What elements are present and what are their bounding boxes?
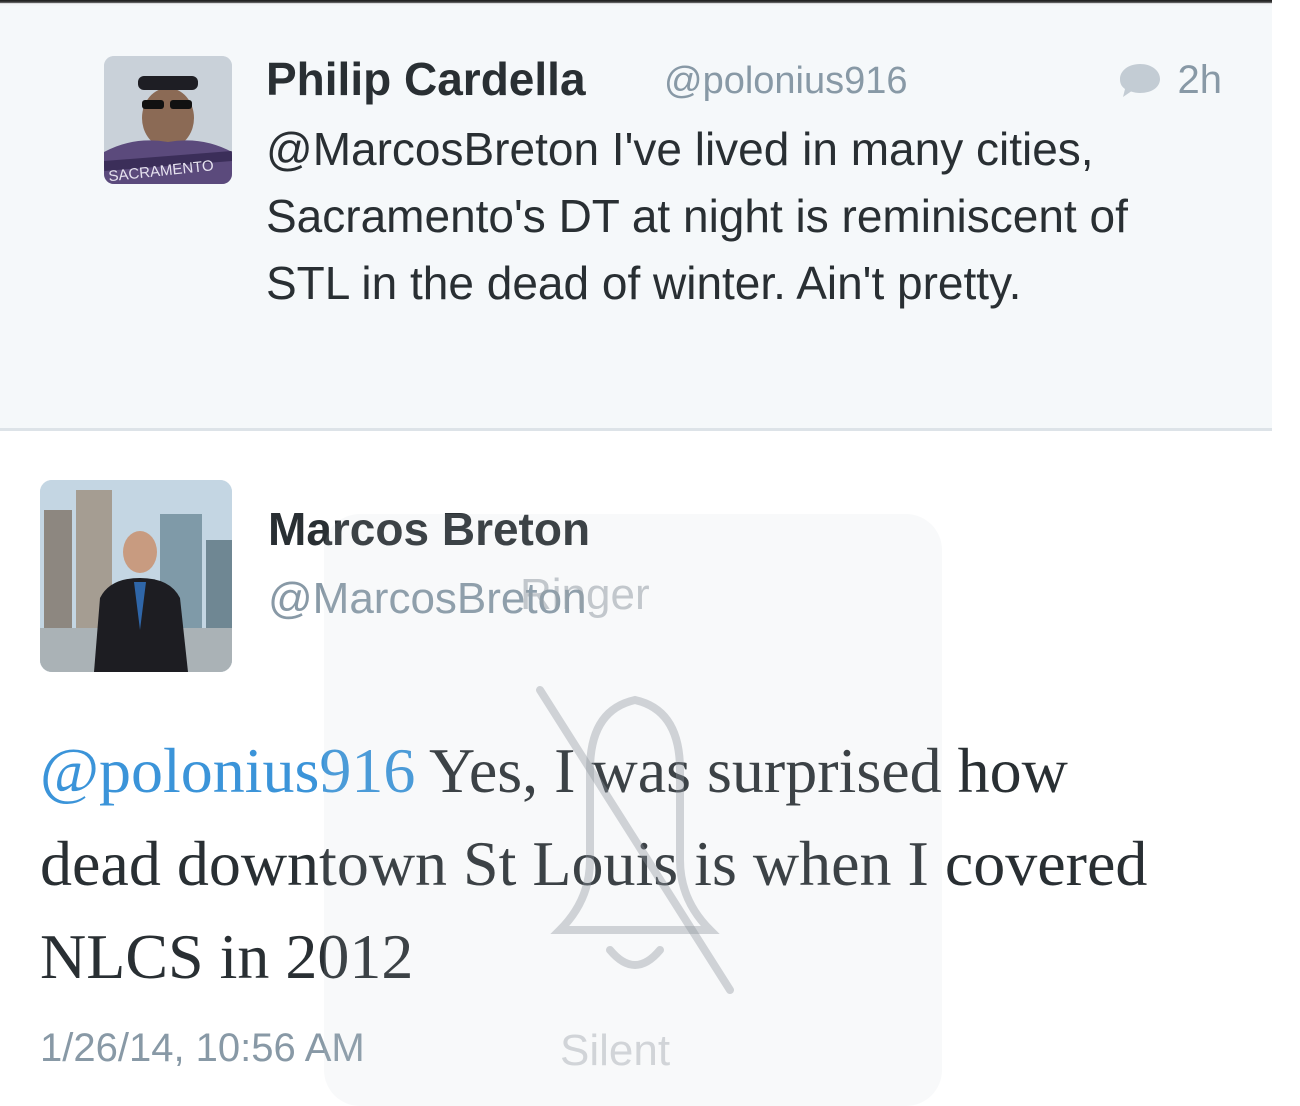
reply-bubble-icon — [1119, 63, 1160, 97]
tweet-text: @MarcosBreton I've lived in many cities,… — [266, 123, 1128, 309]
tweet-divider — [0, 428, 1272, 431]
ringer-status: Silent — [560, 1026, 671, 1075]
reply-meta: 2h — [1118, 58, 1223, 103]
philip-cardella-avatar[interactable]: SACRAMENTO — [104, 56, 232, 184]
bell-muted-icon — [536, 686, 734, 994]
relative-time: 2h — [1177, 58, 1223, 102]
author-handle[interactable]: @polonius916 — [664, 60, 908, 103]
tweet-timestamp: 1/26/14, 10:56 AM — [40, 1026, 365, 1070]
author-name[interactable]: Philip Cardella — [266, 52, 586, 106]
marcos-breton-avatar[interactable] — [40, 480, 232, 672]
user-avatar-icon — [40, 480, 232, 672]
ringer-title: Ringer — [520, 570, 650, 619]
user-avatar-icon: SACRAMENTO — [104, 56, 232, 184]
